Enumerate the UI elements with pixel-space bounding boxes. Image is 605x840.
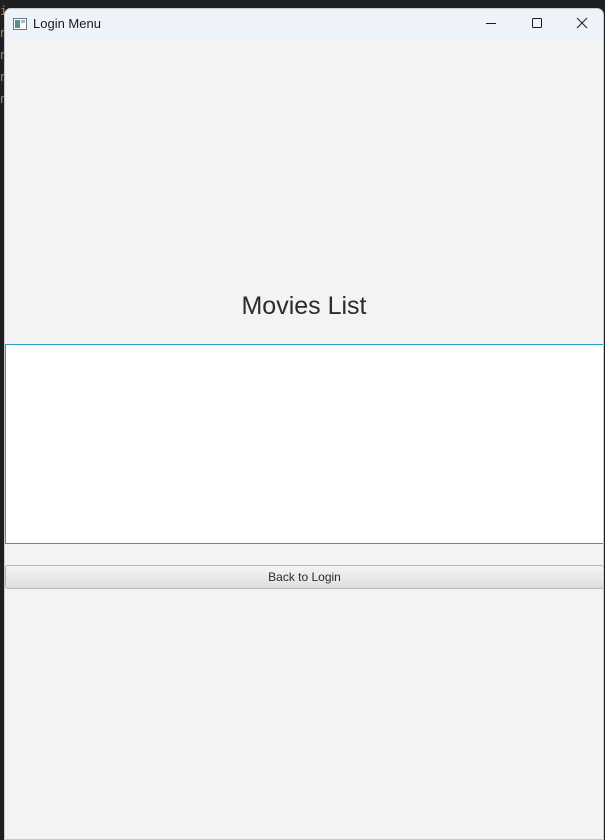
title-bar[interactable]: Login Menu <box>5 9 603 40</box>
back-to-login-button[interactable]: Back to Login <box>5 565 603 589</box>
java-app-icon <box>13 17 27 30</box>
maximize-icon <box>531 16 543 34</box>
minimize-button[interactable] <box>468 9 514 40</box>
close-icon <box>576 16 588 34</box>
minimize-icon <box>485 16 497 34</box>
movies-list[interactable] <box>5 344 603 544</box>
page-title: Movies List <box>241 292 367 320</box>
window-title: Login Menu <box>33 16 101 31</box>
maximize-button[interactable] <box>514 9 560 40</box>
app-window: Login Menu Movies List Back to Login <box>4 8 604 840</box>
close-button[interactable] <box>559 9 603 40</box>
